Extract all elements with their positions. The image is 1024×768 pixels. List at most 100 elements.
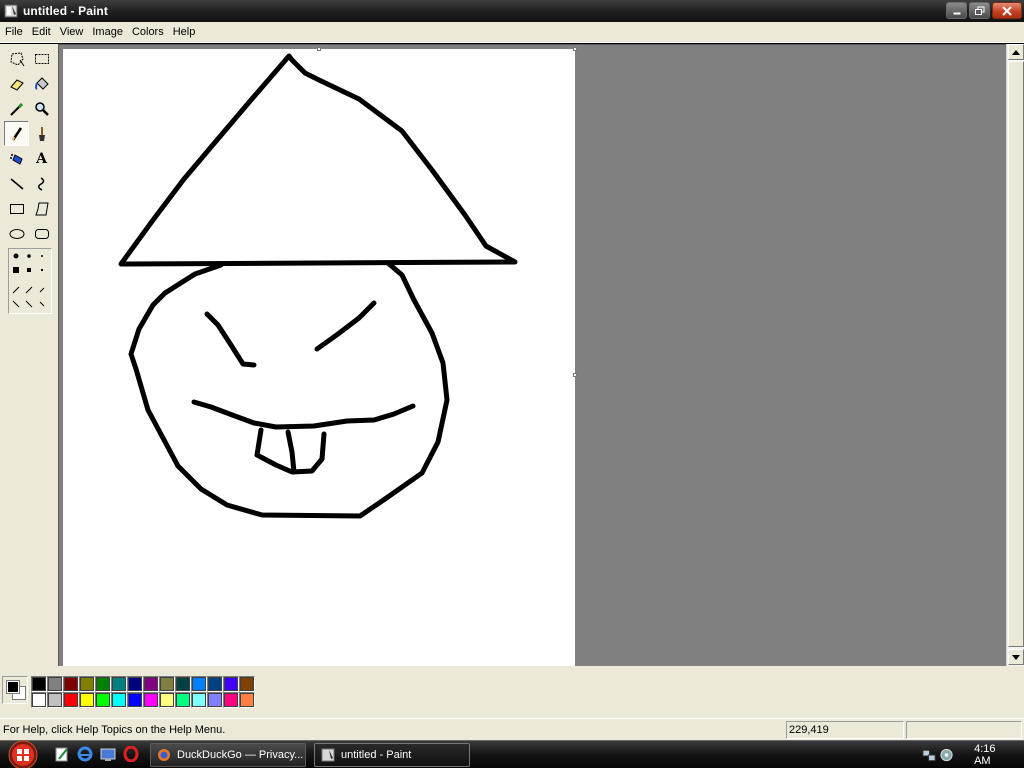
scroll-up-button[interactable] <box>1008 44 1024 60</box>
palette-swatch[interactable] <box>223 692 239 708</box>
tool-airbrush[interactable] <box>4 146 29 171</box>
task-duckduckgo[interactable]: DuckDuckGo — Privacy... <box>150 743 306 767</box>
palette-swatch[interactable] <box>175 676 191 692</box>
volume-icon[interactable] <box>939 747 954 763</box>
palette-swatch[interactable] <box>207 692 223 708</box>
palette-swatch[interactable] <box>191 692 207 708</box>
task-paint[interactable]: untitled - Paint <box>314 743 470 767</box>
tool-text[interactable]: A <box>29 146 54 171</box>
quicklaunch-opera-icon[interactable] <box>123 746 139 762</box>
palette-swatch[interactable] <box>111 692 127 708</box>
resize-handle-right[interactable] <box>573 373 577 377</box>
palette-swatch[interactable] <box>207 676 223 692</box>
status-bar: For Help, click Help Topics on the Help … <box>0 718 1024 740</box>
tool-brush[interactable] <box>29 121 54 146</box>
swatch-color <box>96 693 110 707</box>
palette-swatch[interactable] <box>111 676 127 692</box>
palette-swatch[interactable] <box>79 692 95 708</box>
tool-free-select[interactable] <box>4 46 29 71</box>
quicklaunch-notepad-icon[interactable] <box>54 746 70 762</box>
menu-edit[interactable]: Edit <box>27 26 55 38</box>
vertical-scrollbar[interactable] <box>1006 44 1024 666</box>
palette-swatch[interactable] <box>127 676 143 692</box>
palette-swatch[interactable] <box>143 676 159 692</box>
swatch-color <box>176 677 190 691</box>
task-label: DuckDuckGo — Privacy... <box>177 749 304 761</box>
taskbar: DuckDuckGo — Privacy... untitled - Paint… <box>0 740 1024 768</box>
resize-handle-corner[interactable] <box>573 47 577 51</box>
tool-polygon[interactable] <box>29 196 54 221</box>
maximize-button[interactable] <box>969 2 990 19</box>
palette-swatch[interactable] <box>63 692 79 708</box>
resize-handle-top[interactable] <box>317 47 321 51</box>
swatch-color <box>64 693 78 707</box>
tool-eraser[interactable] <box>4 71 29 96</box>
swatch-color <box>208 693 222 707</box>
palette-swatch[interactable] <box>47 676 63 692</box>
palette-swatch[interactable] <box>63 676 79 692</box>
free-select-icon <box>9 51 24 66</box>
swatch-color <box>176 693 190 707</box>
minimize-icon <box>953 12 960 14</box>
menu-view[interactable]: View <box>55 26 88 38</box>
eraser-icon <box>9 78 24 91</box>
palette-swatch[interactable] <box>143 692 159 708</box>
palette-swatch[interactable] <box>223 676 239 692</box>
scroll-down-button[interactable] <box>1008 649 1024 665</box>
tool-fill[interactable] <box>29 71 54 96</box>
palette-swatch[interactable] <box>31 676 47 692</box>
tool-rounded-rect[interactable] <box>29 221 54 246</box>
window-title: untitled - Paint <box>23 4 108 18</box>
menu-image[interactable]: Image <box>87 26 127 38</box>
tool-options-panel[interactable] <box>8 248 52 314</box>
palette-swatch[interactable] <box>191 676 207 692</box>
palette-swatch[interactable] <box>47 692 63 708</box>
palette-swatch[interactable] <box>79 676 95 692</box>
menu-colors[interactable]: Colors <box>127 26 168 38</box>
pencil-icon <box>11 126 22 141</box>
status-help-text: For Help, click Help Topics on the Help … <box>3 724 226 736</box>
tool-rectangle[interactable] <box>4 196 29 221</box>
tool-rect-select[interactable] <box>29 46 54 71</box>
canvas-workspace <box>58 44 1006 666</box>
left-eye-stroke <box>204 311 257 368</box>
scroll-thumb[interactable] <box>1008 61 1024 647</box>
status-size <box>906 721 1022 739</box>
start-button[interactable] <box>2 739 44 768</box>
tool-magnifier[interactable] <box>29 96 54 121</box>
drawing-canvas[interactable] <box>63 49 575 666</box>
network-icon[interactable] <box>922 747 937 763</box>
line-icon <box>10 177 23 190</box>
palette-swatch[interactable] <box>31 692 47 708</box>
swatch-color <box>208 677 222 691</box>
current-colors[interactable] <box>2 676 28 704</box>
swatch-color <box>32 693 46 707</box>
palette-swatch[interactable] <box>95 692 111 708</box>
quicklaunch-ie-icon[interactable] <box>77 746 93 762</box>
tool-pencil[interactable] <box>4 121 29 146</box>
quicklaunch-desktop-icon[interactable] <box>100 746 116 762</box>
tool-line[interactable] <box>4 171 29 196</box>
menu-file[interactable]: File <box>0 26 27 38</box>
palette-swatch[interactable] <box>95 676 111 692</box>
swatch-color <box>112 677 126 691</box>
palette-swatch[interactable] <box>159 692 175 708</box>
palette-swatch[interactable] <box>239 676 255 692</box>
swatch-color <box>48 677 62 691</box>
palette-swatch[interactable] <box>239 692 255 708</box>
swatch-color <box>160 677 174 691</box>
palette-swatch[interactable] <box>175 692 191 708</box>
rect-select-icon <box>34 53 49 64</box>
clock[interactable]: 4:16 AM <box>974 743 1012 767</box>
palette-swatch[interactable] <box>159 676 175 692</box>
tool-curve[interactable] <box>29 171 54 196</box>
minimize-button[interactable] <box>946 2 967 19</box>
color-box <box>0 666 1024 718</box>
menu-help[interactable]: Help <box>168 26 200 38</box>
swatch-color <box>32 677 46 691</box>
tool-color-picker[interactable] <box>4 96 29 121</box>
close-button[interactable] <box>992 2 1022 19</box>
tool-ellipse[interactable] <box>4 221 29 246</box>
brush-icon <box>38 126 45 141</box>
palette-swatch[interactable] <box>127 692 143 708</box>
